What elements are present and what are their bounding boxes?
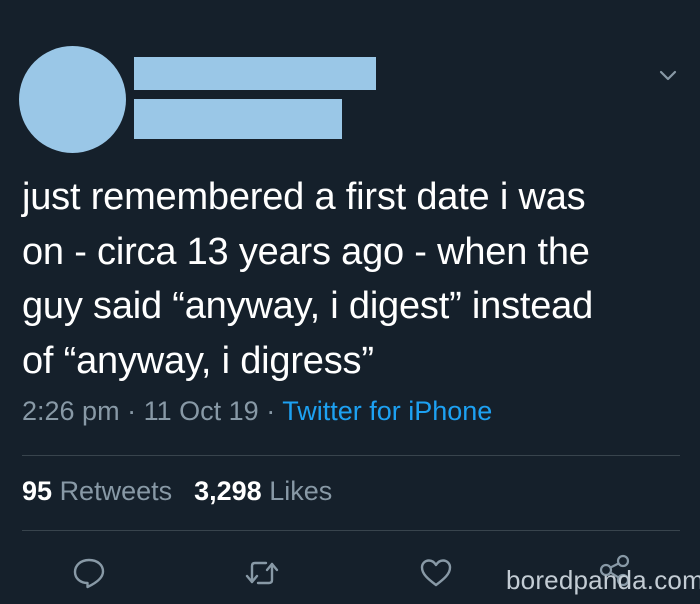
tweet-meta: 2:26 pm · 11 Oct 19 · Twitter for iPhone: [22, 396, 492, 427]
tweet-text-line: just remembered a first date i was: [22, 176, 586, 218]
retweets-stat[interactable]: 95 Retweets: [22, 476, 172, 506]
tweet-text: just remembered a first date i was on - c…: [22, 170, 682, 388]
tweet-text-line: guy said “anyway, i digest” instead: [22, 285, 594, 327]
meta-separator: ·: [266, 396, 276, 426]
like-button[interactable]: [418, 556, 454, 590]
meta-separator: ·: [127, 396, 137, 426]
heart-icon: [420, 559, 452, 587]
retweet-icon: [245, 561, 279, 585]
likes-stat[interactable]: 3,298 Likes: [194, 476, 332, 506]
chevron-down-icon[interactable]: [656, 66, 680, 86]
likes-label: Likes: [269, 476, 333, 506]
retweets-label: Retweets: [59, 476, 173, 506]
likes-count: 3,298: [194, 476, 262, 506]
tweet-stats: 95 Retweets 3,298 Likes: [22, 476, 332, 507]
retweets-count: 95: [22, 476, 53, 506]
tweet-date[interactable]: 11 Oct 19: [144, 396, 259, 426]
retweet-button[interactable]: [244, 556, 280, 590]
reply-icon: [73, 558, 105, 589]
reply-button[interactable]: [71, 556, 107, 590]
tweet-text-line: of “anyway, i digress”: [22, 339, 374, 382]
divider: [22, 530, 680, 531]
tweet-source-link[interactable]: Twitter for iPhone: [282, 396, 492, 426]
redacted-username: [134, 99, 342, 139]
watermark: boredpanda.com: [506, 565, 700, 595]
redacted-display-name: [134, 57, 376, 90]
divider: [22, 455, 680, 456]
tweet-text-line: on - circa 13 years ago - when the: [22, 230, 590, 273]
avatar[interactable]: [19, 46, 126, 153]
tweet-time: 2:26 pm: [22, 396, 120, 426]
